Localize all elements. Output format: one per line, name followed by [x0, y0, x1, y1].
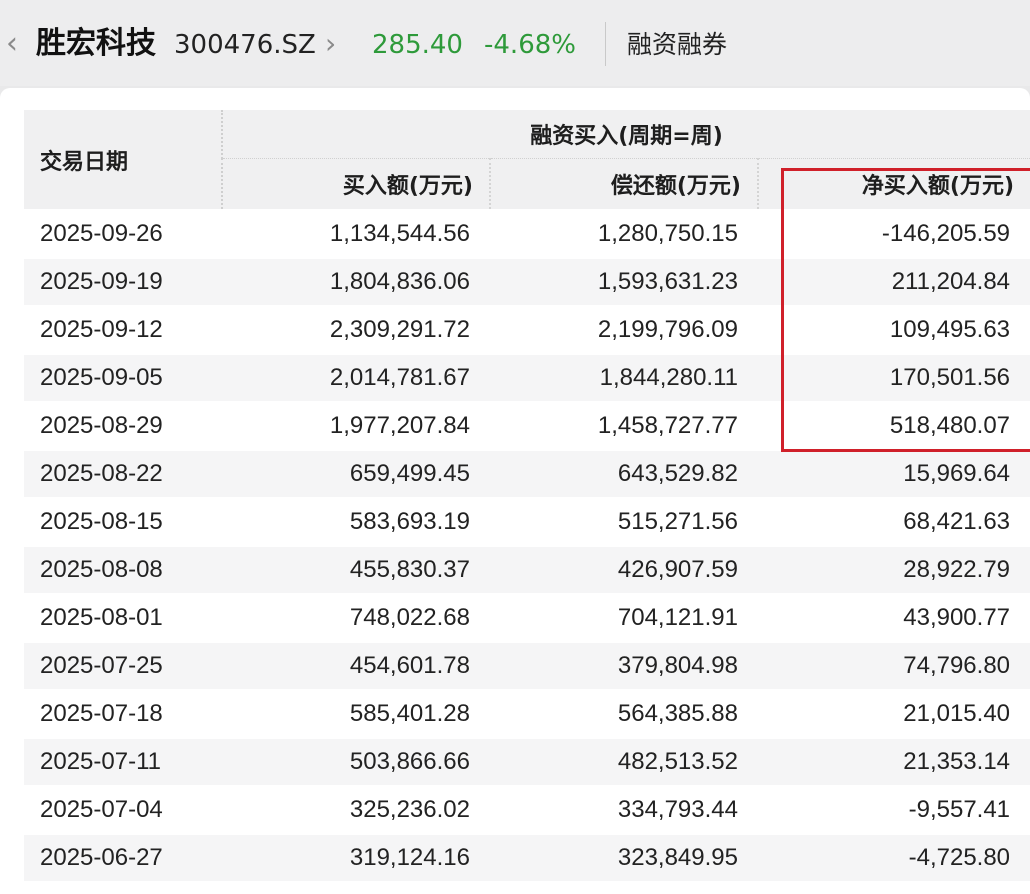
cell-repay-amount: 1,458,727.77: [490, 402, 758, 451]
stock-code: 300476.SZ: [174, 30, 316, 60]
cell-net-buy-amount: 15,969.64: [758, 450, 1030, 499]
cell-date: 2025-06-27: [24, 834, 222, 883]
cell-repay-amount: 515,271.56: [490, 498, 758, 547]
chevron-left-icon[interactable]: ‹: [6, 24, 18, 64]
cell-repay-amount: 2,199,796.09: [490, 306, 758, 355]
cell-net-buy-amount: 74,796.80: [758, 642, 1030, 691]
cell-buy-amount: 1,804,836.06: [222, 258, 490, 307]
cell-buy-amount: 2,309,291.72: [222, 306, 490, 355]
cell-date: 2025-09-19: [24, 258, 222, 307]
cell-date: 2025-07-11: [24, 738, 222, 787]
cell-repay-amount: 334,793.44: [490, 786, 758, 835]
cell-net-buy-amount: -4,725.80: [758, 834, 1030, 883]
cell-repay-amount: 379,804.98: [490, 642, 758, 691]
table-row[interactable]: 2025-09-05 2,014,781.67 1,844,280.11 170,50…: [24, 354, 1030, 403]
cell-buy-amount: 583,693.19: [222, 498, 490, 547]
cell-net-buy-amount: 21,015.40: [758, 690, 1030, 739]
cell-net-buy-amount: 28,922.79: [758, 546, 1030, 595]
cell-buy-amount: 1,977,207.84: [222, 402, 490, 451]
cell-net-buy-amount: 518,480.07: [758, 402, 1030, 451]
tab-margin-trading[interactable]: 融资融券: [627, 24, 727, 66]
stock-name: 胜宏科技: [36, 26, 156, 61]
cell-repay-amount: 1,844,280.11: [490, 354, 758, 403]
cell-date: 2025-08-15: [24, 498, 222, 547]
table-row[interactable]: 2025-09-12 2,309,291.72 2,199,796.09 109,49…: [24, 306, 1030, 355]
cell-repay-amount: 643,529.82: [490, 450, 758, 499]
table-row[interactable]: 2025-07-04 325,236.02 334,793.44 -9,557.41: [24, 786, 1030, 835]
cell-net-buy-amount: 68,421.63: [758, 498, 1030, 547]
stock-price: 285.40: [372, 30, 463, 60]
cell-repay-amount: 704,121.91: [490, 594, 758, 643]
table-row[interactable]: 2025-08-29 1,977,207.84 1,458,727.77 518,48…: [24, 402, 1030, 451]
cell-date: 2025-08-29: [24, 402, 222, 451]
cell-buy-amount: 319,124.16: [222, 834, 490, 883]
cell-net-buy-amount: 170,501.56: [758, 354, 1030, 403]
cell-buy-amount: 503,866.66: [222, 738, 490, 787]
cell-buy-amount: 2,014,781.67: [222, 354, 490, 403]
table-row[interactable]: 2025-07-25 454,601.78 379,804.98 74,796.80: [24, 642, 1030, 691]
stock-header: ‹ 胜宏科技 300476.SZ › 285.40 -4.68% 融资融券: [0, 0, 1030, 86]
cell-repay-amount: 1,593,631.23: [490, 258, 758, 307]
cell-date: 2025-07-25: [24, 642, 222, 691]
cell-buy-amount: 325,236.02: [222, 786, 490, 835]
table-row[interactable]: 2025-09-26 1,134,544.56 1,280,750.15 -146,2…: [24, 210, 1030, 259]
cell-repay-amount: 1,280,750.15: [490, 210, 758, 259]
margin-trading-table: 交易日期 融资买入(周期=周) 买入额(万元) 偿还额(万元) 净买入额(万元)…: [24, 110, 1030, 883]
header-repay-amount[interactable]: 偿还额(万元): [490, 158, 759, 211]
cell-date: 2025-09-05: [24, 354, 222, 403]
cell-buy-amount: 1,134,544.56: [222, 210, 490, 259]
cell-buy-amount: 585,401.28: [222, 690, 490, 739]
cell-date: 2025-07-18: [24, 690, 222, 739]
table-row[interactable]: 2025-08-15 583,693.19 515,271.56 68,421.63: [24, 498, 1030, 547]
table-row[interactable]: 2025-08-08 455,830.37 426,907.59 28,922.79: [24, 546, 1030, 595]
table-row[interactable]: 2025-07-11 503,866.66 482,513.52 21,353.14: [24, 738, 1030, 787]
cell-buy-amount: 454,601.78: [222, 642, 490, 691]
header-trade-date[interactable]: 交易日期: [24, 110, 223, 211]
cell-date: 2025-08-08: [24, 546, 222, 595]
cell-repay-amount: 564,385.88: [490, 690, 758, 739]
table-row[interactable]: 2025-07-18 585,401.28 564,385.88 21,015.40: [24, 690, 1030, 739]
table-row[interactable]: 2025-08-22 659,499.45 643,529.82 15,969.64: [24, 450, 1030, 499]
cell-net-buy-amount: 109,495.63: [758, 306, 1030, 355]
cell-repay-amount: 323,849.95: [490, 834, 758, 883]
cell-net-buy-amount: 43,900.77: [758, 594, 1030, 643]
cell-net-buy-amount: 211,204.84: [758, 258, 1030, 307]
cell-date: 2025-09-26: [24, 210, 222, 259]
table-row[interactable]: 2025-08-01 748,022.68 704,121.91 43,900.77: [24, 594, 1030, 643]
header-buy-amount[interactable]: 买入额(万元): [222, 158, 491, 211]
header-margin-buy-group: 融资买入(周期=周): [222, 110, 1030, 159]
cell-date: 2025-08-22: [24, 450, 222, 499]
price-change: -4.68%: [484, 30, 576, 60]
header-divider: [605, 22, 606, 66]
cell-buy-amount: 659,499.45: [222, 450, 490, 499]
cell-buy-amount: 455,830.37: [222, 546, 490, 595]
cell-date: 2025-09-12: [24, 306, 222, 355]
cell-net-buy-amount: 21,353.14: [758, 738, 1030, 787]
header-net-buy-amount[interactable]: 净买入额(万元): [758, 158, 1030, 211]
cell-repay-amount: 426,907.59: [490, 546, 758, 595]
cell-date: 2025-08-01: [24, 594, 222, 643]
chevron-right-icon[interactable]: ›: [325, 24, 336, 64]
cell-date: 2025-07-04: [24, 786, 222, 835]
table-row[interactable]: 2025-09-19 1,804,836.06 1,593,631.23 211,20…: [24, 258, 1030, 307]
cell-net-buy-amount: -146,205.59: [758, 210, 1030, 259]
table-row[interactable]: 2025-06-27 319,124.16 323,849.95 -4,725.80: [24, 834, 1030, 883]
cell-buy-amount: 748,022.68: [222, 594, 490, 643]
table-body: 2025-09-26 1,134,544.56 1,280,750.15 -146,2…: [24, 210, 1030, 883]
cell-repay-amount: 482,513.52: [490, 738, 758, 787]
cell-net-buy-amount: -9,557.41: [758, 786, 1030, 835]
